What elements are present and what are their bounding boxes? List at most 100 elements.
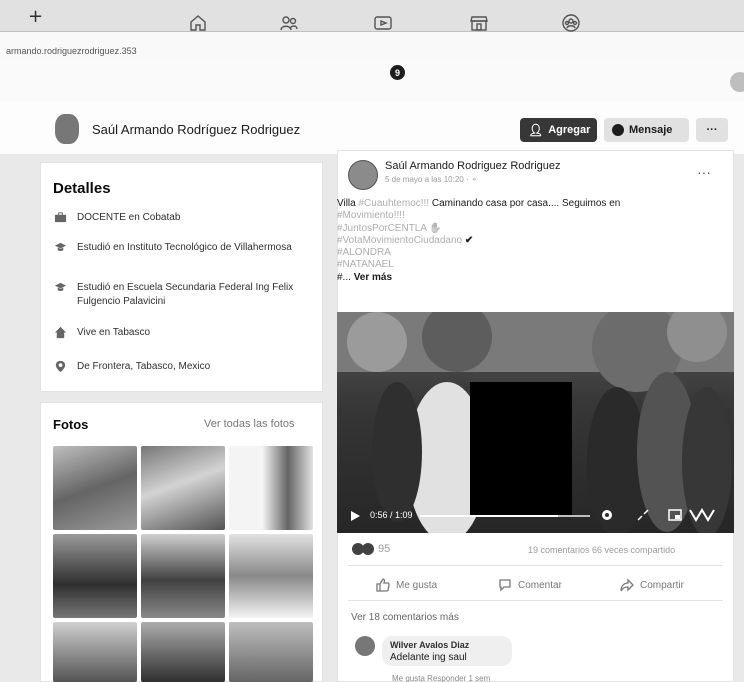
see-more-link[interactable]: Ver más	[354, 272, 392, 283]
detail-item-lives: Vive en Tabasco	[53, 326, 313, 340]
photo-thumbnail[interactable]	[229, 446, 313, 530]
add-friend-icon: 👤︎	[528, 123, 544, 137]
post-author-name[interactable]: Saúl Armando Rodriguez Rodriguez	[385, 160, 561, 172]
love-reaction-icon	[362, 543, 374, 555]
post-line: #Movimiento!!!!	[337, 210, 717, 222]
detail-text: Estudió en Escuela Secundaria Federal In…	[77, 282, 294, 307]
share-label: Compartir	[640, 579, 684, 591]
reactions-summary[interactable]: 95	[352, 543, 390, 555]
view-more-comments-link[interactable]: Ver 18 comentarios más	[351, 612, 459, 623]
see-all-photos-link[interactable]: Ver todas las fotos	[204, 418, 295, 430]
like-label: Me gusta	[396, 579, 438, 591]
message-label: Mensaje	[629, 124, 673, 136]
photo-thumbnail[interactable]	[141, 446, 225, 530]
post-body: Villa #Cuauhtemoc!!! Caminando casa por …	[337, 198, 717, 284]
photos-title: Fotos	[53, 417, 89, 432]
photo-thumbnail[interactable]	[53, 534, 137, 618]
picture-in-picture-icon[interactable]	[668, 508, 682, 522]
url-bar[interactable]: armando.rodriguezrodriguez.353	[0, 32, 744, 60]
post-line: #JuntosPorCENTLA ✋	[337, 223, 717, 235]
comment-text: Adelante ing saul	[390, 652, 467, 663]
profile-name[interactable]: Saúl Armando Rodríguez Rodriguez	[92, 122, 300, 137]
post-line: #NATANAEL	[337, 259, 717, 271]
friends-icon[interactable]	[278, 12, 300, 34]
post-line: #... Ver más	[337, 272, 717, 284]
comment-bubble-icon	[499, 579, 511, 592]
post-text-fragment: #...	[337, 271, 351, 283]
photo-thumbnail[interactable]	[229, 534, 313, 618]
url-text: armando.rodriguezrodriguez.353	[6, 46, 137, 56]
messenger-icon	[612, 124, 624, 136]
commenter-name[interactable]: Wilver Avalos Diaz	[390, 640, 469, 650]
hashtag-link[interactable]: #VotaMovimientoCiudadano	[337, 235, 462, 246]
video-time: 0:56 / 1:09	[370, 510, 413, 520]
detail-text: Vive en Tabasco	[77, 327, 151, 338]
party-logo-icon: ✔	[462, 234, 474, 246]
post-line: #ALONDRA	[337, 247, 717, 259]
detail-text: De Frontera, Tabasco, Mexico	[77, 361, 211, 372]
photo-thumbnail[interactable]	[53, 622, 137, 682]
fullscreen-icon[interactable]	[636, 508, 650, 522]
profile-avatar[interactable]	[55, 114, 79, 144]
comment-button[interactable]: Comentar	[498, 578, 562, 592]
detail-item-education-2: Estudió en Escuela Secundaria Federal In…	[53, 281, 313, 309]
detail-text: Estudió en Instituto Tecnológico de Vill…	[77, 242, 292, 253]
hashtag-link[interactable]: #NATANAEL	[337, 259, 394, 270]
house-icon	[53, 326, 67, 340]
divider	[348, 600, 723, 601]
post-timestamp[interactable]: 5 de mayo a las 10:20 · ⚬	[385, 175, 478, 184]
more-options-button[interactable]: ···	[696, 118, 728, 142]
post-line: Villa #Cuauhtemoc!!! Caminando casa por …	[337, 198, 717, 210]
marketplace-icon[interactable]	[468, 12, 490, 34]
comment-actions[interactable]: Me gusta Responder 1 sem	[392, 674, 490, 682]
thumbs-up-icon	[376, 578, 390, 592]
home-icon[interactable]	[187, 12, 209, 34]
detail-item-work: DOCENTE en Cobatab	[53, 211, 313, 225]
channel-logo-icon	[689, 508, 715, 522]
hashtag-link[interactable]: #JuntosPorCENTLA	[337, 223, 427, 234]
post-text-fragment: Villa	[337, 198, 359, 209]
groups-icon[interactable]	[560, 12, 582, 34]
reaction-count: 95	[378, 543, 391, 555]
settings-gear-icon[interactable]	[600, 508, 614, 522]
video-progress-bar[interactable]	[420, 515, 590, 517]
graduation-cap-icon	[53, 281, 67, 295]
share-button[interactable]: Compartir	[620, 578, 684, 592]
share-arrow-icon	[620, 578, 634, 592]
detail-item-from: De Frontera, Tabasco, Mexico	[53, 360, 313, 374]
message-button[interactable]: Mensaje	[604, 118, 689, 142]
location-pin-icon	[53, 360, 67, 374]
comment-label: Comentar	[518, 579, 562, 591]
hashtag-link[interactable]: #Cuauhtemoc!!!	[359, 198, 430, 209]
details-title: Detalles	[53, 180, 111, 197]
post-text-fragment: Caminando casa por casa.... Seguimos en	[429, 198, 621, 209]
post-more-button[interactable]: ···	[697, 164, 711, 180]
top-nav-bar	[0, 60, 744, 102]
detail-text: DOCENTE en Cobatab	[77, 212, 181, 223]
watch-notification-badge: 9	[390, 65, 405, 80]
commenter-avatar[interactable]	[355, 636, 375, 656]
post-author-avatar[interactable]	[348, 160, 378, 190]
briefcase-icon	[53, 211, 67, 225]
like-button[interactable]: Me gusta	[376, 578, 437, 592]
watch-icon[interactable]	[372, 12, 394, 34]
add-friend-button[interactable]: 👤︎ Agregar	[520, 118, 597, 142]
post-date-text: 5 de mayo a las 10:20 ·	[385, 175, 469, 184]
account-avatar[interactable]	[730, 72, 744, 92]
detail-item-education-1: Estudió en Instituto Tecnológico de Vill…	[53, 241, 313, 255]
photo-thumbnail[interactable]	[141, 534, 225, 618]
photo-thumbnail[interactable]	[141, 622, 225, 682]
new-tab-button[interactable]: +	[28, 6, 43, 27]
add-friend-label: Agregar	[548, 124, 591, 136]
video-redaction	[470, 382, 572, 516]
play-icon[interactable]	[349, 510, 361, 522]
hashtag-link[interactable]: #ALONDRA	[337, 247, 391, 258]
hashtag-link[interactable]: #Movimiento!!!!	[337, 210, 405, 221]
globe-icon: ⚬	[470, 175, 478, 184]
photo-thumbnail[interactable]	[229, 622, 313, 682]
comment-share-counts[interactable]: 19 comentarios 66 veces compartido	[528, 545, 675, 555]
post-line: #VotaMovimientoCiudadano ✔	[337, 235, 717, 247]
graduation-cap-icon	[53, 241, 67, 255]
video-progress-fill	[420, 515, 558, 517]
photo-thumbnail[interactable]	[53, 446, 137, 530]
